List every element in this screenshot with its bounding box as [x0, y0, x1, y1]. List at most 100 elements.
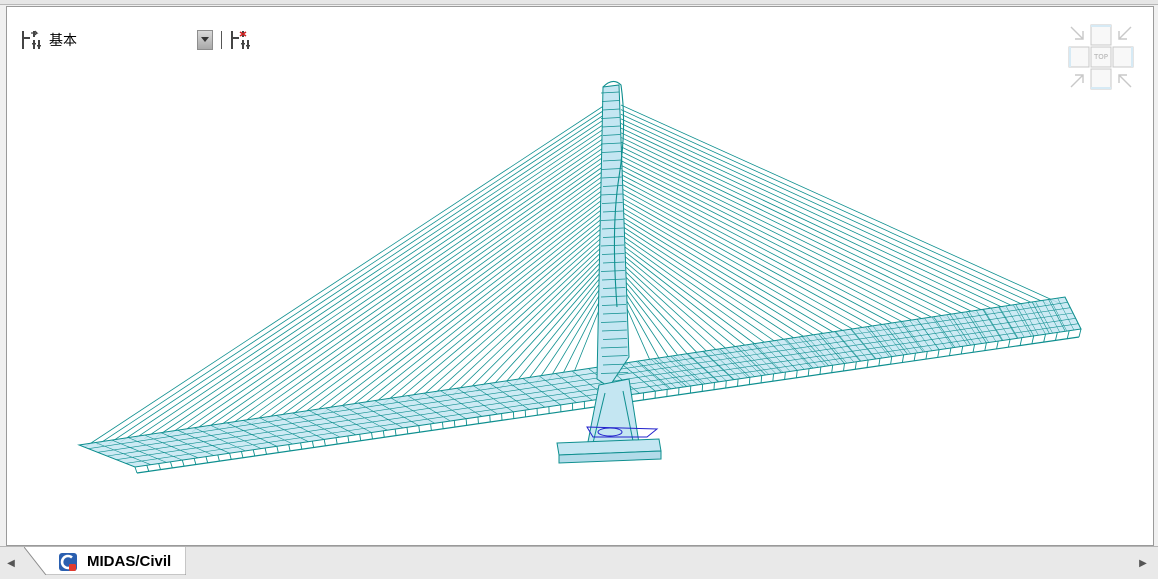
deck-rib	[761, 376, 762, 383]
cable-stayed-bridge-model[interactable]	[7, 7, 1154, 546]
deck-rib	[419, 426, 420, 433]
deck-rib	[395, 429, 396, 436]
deck-rib	[867, 360, 868, 368]
deck-rib	[726, 381, 727, 388]
deck-rib	[1032, 336, 1034, 344]
deck-rib	[902, 355, 903, 363]
deck-rib	[360, 434, 361, 440]
stay-cable-right	[621, 267, 712, 356]
document-tab-bar: ◀ MIDAS/Civil ▶	[0, 546, 1158, 579]
stay-cable-right	[621, 175, 910, 326]
model-viewport[interactable]: 基本	[6, 6, 1154, 546]
display-reset-icon[interactable]	[230, 29, 252, 51]
deck-rib	[241, 451, 243, 457]
deck-rib	[454, 420, 455, 427]
deck-rib	[159, 464, 161, 470]
deck-rib	[206, 457, 208, 463]
pylon-shaft	[597, 85, 629, 387]
stay-cable-right	[621, 110, 1049, 305]
deck-rib	[1079, 329, 1081, 337]
tab-label: MIDAS/Civil	[87, 553, 171, 570]
deck-rib	[466, 419, 467, 426]
deck-rib	[914, 353, 915, 361]
deck-rib	[832, 365, 833, 372]
deck-rib	[336, 438, 337, 444]
deck-rib	[147, 465, 149, 471]
deck-rib	[926, 351, 927, 359]
stay-cable-right	[621, 137, 990, 313]
stay-cable-right	[621, 128, 1009, 310]
tab-scroll-right-icon[interactable]: ▶	[1136, 555, 1150, 571]
stay-cable-right	[621, 272, 702, 358]
deck-rib	[997, 341, 999, 349]
stay-cable-right	[621, 161, 940, 322]
deck-rib	[1044, 334, 1046, 342]
deck-rib	[135, 467, 137, 473]
deck-rib	[1020, 338, 1022, 346]
display-settings-icon[interactable]	[21, 29, 43, 51]
deck-rib	[973, 345, 975, 353]
deck-rib	[194, 458, 196, 464]
deck-rib	[985, 343, 987, 351]
deck-rib	[442, 422, 443, 429]
deck-rib	[478, 417, 479, 424]
stay-cable-right	[621, 156, 950, 320]
deck-rib	[891, 357, 892, 365]
deck-rib	[265, 448, 266, 454]
deck-rib	[170, 462, 172, 468]
deck-rib	[785, 372, 786, 379]
stay-cable-right	[621, 212, 831, 339]
tab-midas-civil[interactable]: MIDAS/Civil	[24, 547, 186, 575]
deck-rib	[431, 424, 432, 431]
stay-cable-right	[621, 114, 1039, 306]
deck-rib	[808, 369, 809, 376]
deck-rib	[277, 446, 278, 452]
deck-rib	[879, 358, 880, 366]
deck-rib	[230, 453, 232, 459]
toolbar-separator	[221, 31, 222, 49]
stay-cable-right	[621, 119, 1029, 308]
deck-rib	[182, 460, 184, 466]
deck-rib	[796, 370, 797, 377]
deck-rib	[383, 431, 384, 438]
deck-rib	[324, 439, 325, 445]
deck-rib	[949, 348, 950, 356]
view-cube-top-label: TOP	[1091, 53, 1111, 61]
stay-cable-right	[621, 142, 980, 315]
stay-cable-right	[621, 165, 930, 323]
stay-cable-right	[621, 133, 999, 312]
deck-rib	[407, 427, 408, 434]
midas-civil-app-icon	[58, 552, 78, 572]
tab-scroll-left-icon[interactable]: ◀	[4, 555, 18, 571]
deck-rib	[773, 374, 774, 381]
stay-cable-right	[621, 253, 742, 352]
view-preset-value: 基本	[47, 30, 77, 50]
stay-cable-right	[621, 281, 682, 361]
view-cube[interactable]: TOP	[1067, 23, 1137, 93]
view-preset-select[interactable]: 基本	[47, 29, 213, 51]
deck-rib	[738, 379, 739, 386]
deck-rib	[938, 350, 939, 358]
display-toolbar: 基本	[21, 25, 252, 55]
deck-rib	[312, 441, 313, 447]
deck-rib	[218, 455, 220, 461]
stay-cable-right	[621, 230, 791, 344]
deck-rib	[844, 364, 845, 372]
deck-rib	[749, 377, 750, 384]
stay-cable-right	[621, 179, 900, 327]
window-top-strip	[0, 0, 1158, 5]
deck-rib	[289, 445, 290, 451]
deck-rib	[961, 346, 963, 354]
deck-rib	[1055, 332, 1057, 340]
dropdown-arrow-icon[interactable]	[197, 30, 213, 50]
deck-rib	[301, 443, 302, 449]
deck-rib	[348, 436, 349, 442]
deck-rib	[820, 367, 821, 374]
stay-cable-right	[621, 202, 851, 335]
deck-rib	[1067, 331, 1069, 339]
deck-rib	[372, 433, 373, 440]
deck-rib	[855, 362, 856, 370]
deck-rib	[1008, 339, 1010, 347]
deck-rib	[490, 415, 491, 422]
stay-cable-right	[621, 258, 732, 354]
